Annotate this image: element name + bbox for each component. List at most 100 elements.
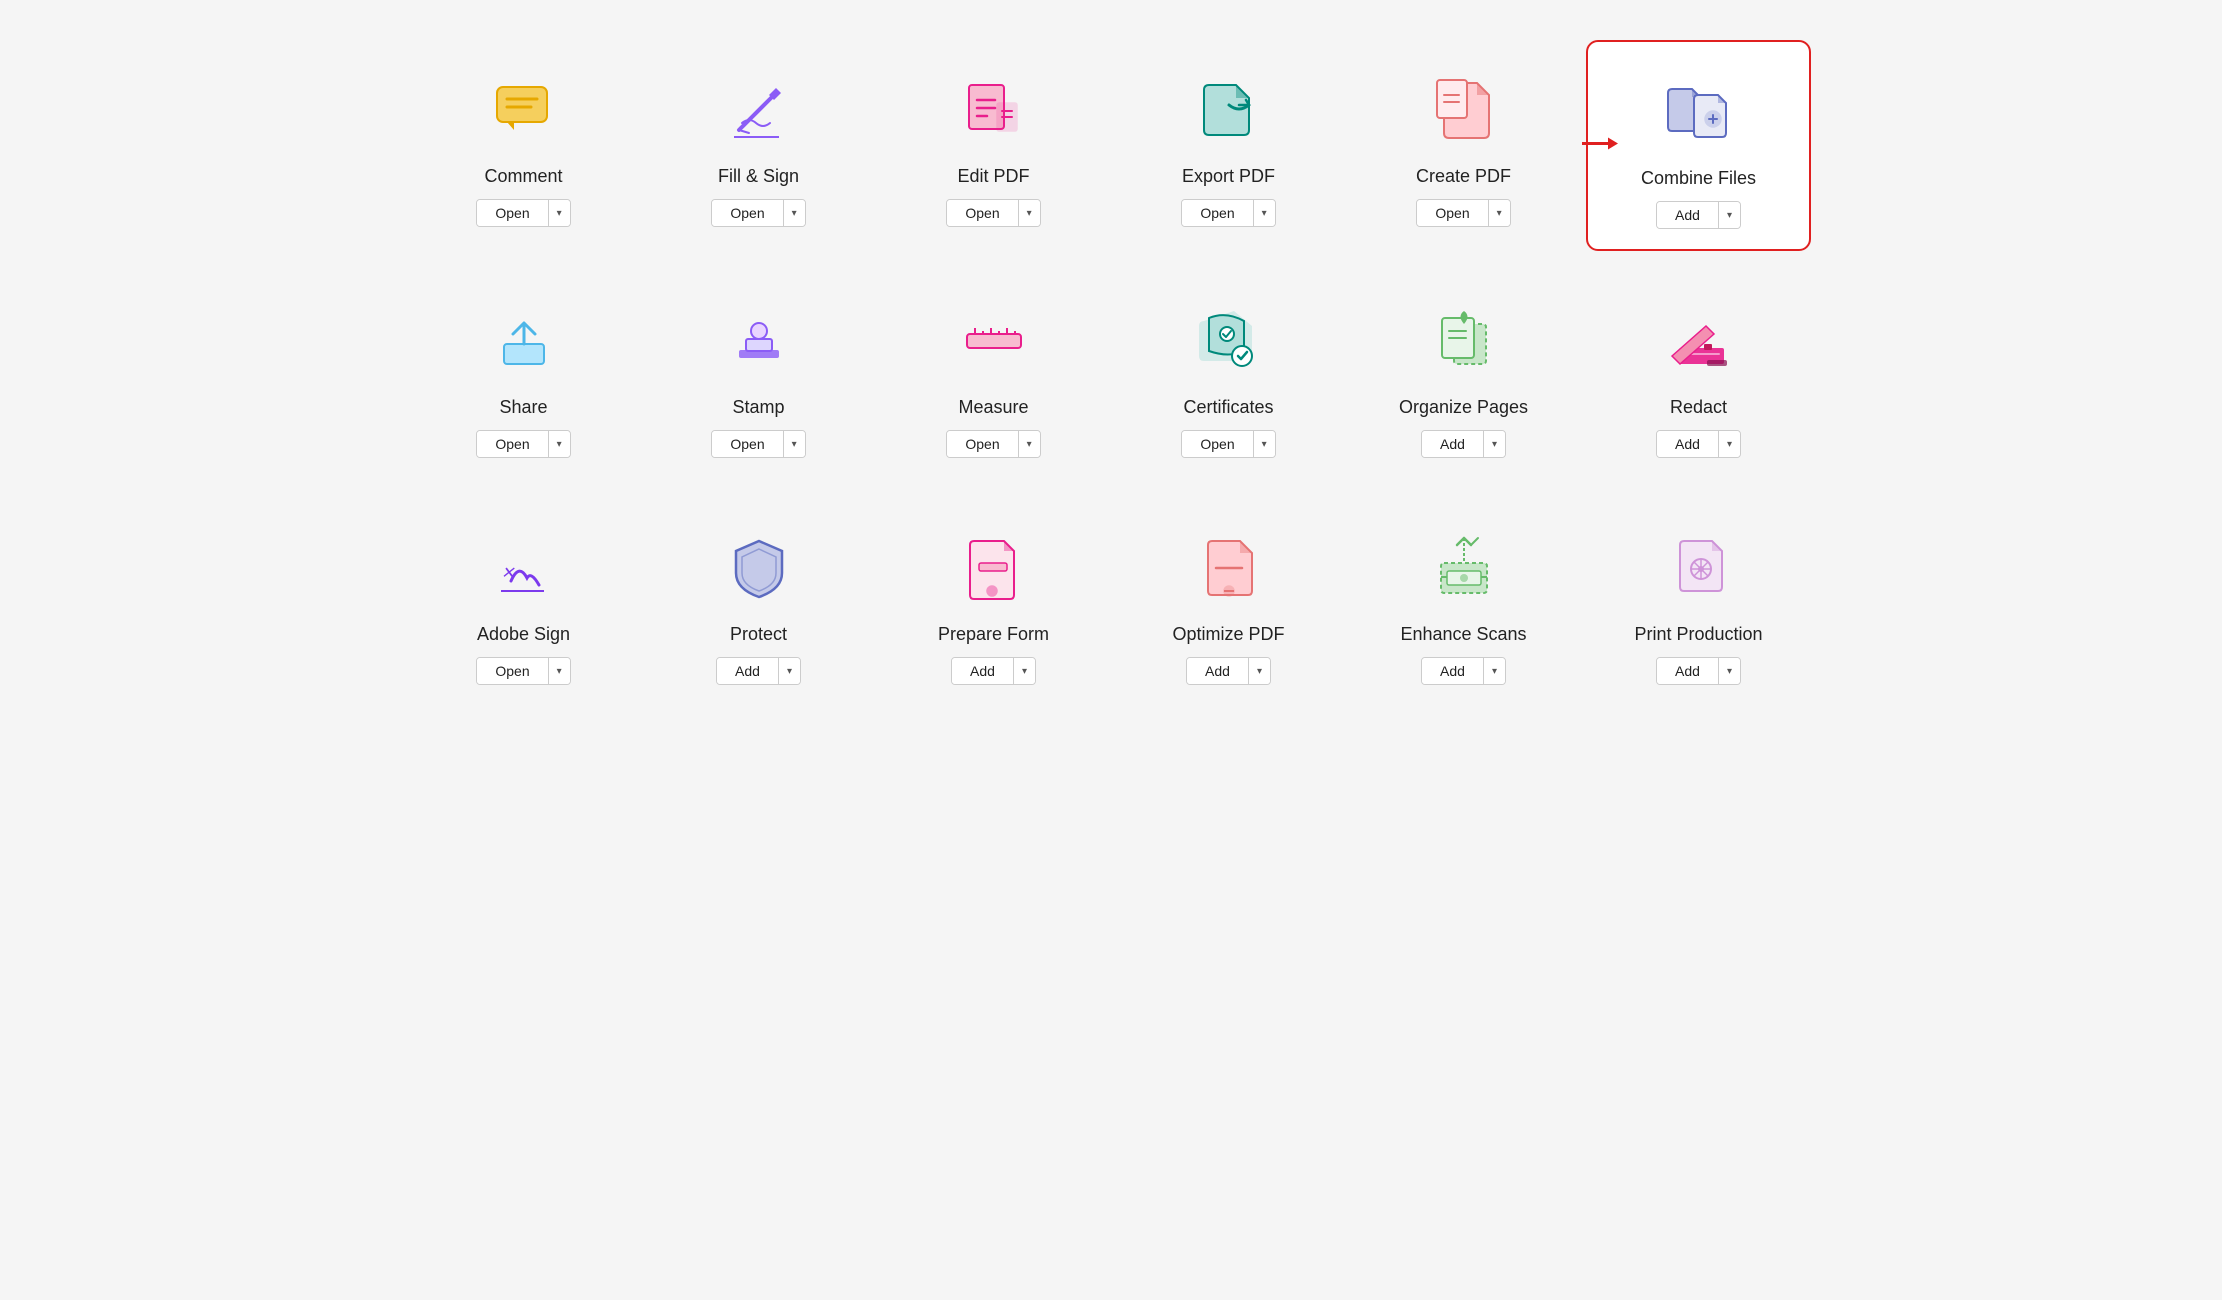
tool-card-combine-files: Combine Files Add▾ [1586, 40, 1811, 251]
edit-pdf-btn-group: Open▾ [946, 199, 1040, 227]
combine-files-dropdown-button[interactable]: ▾ [1718, 202, 1740, 228]
combine-files-label: Combine Files [1641, 168, 1756, 189]
protect-main-button[interactable]: Add [717, 658, 778, 684]
stamp-dropdown-button[interactable]: ▾ [783, 431, 805, 457]
create-pdf-label: Create PDF [1416, 166, 1511, 187]
optimize-pdf-main-button[interactable]: Add [1187, 658, 1248, 684]
certificates-btn-group: Open▾ [1181, 430, 1275, 458]
share-main-button[interactable]: Open [477, 431, 547, 457]
measure-main-button[interactable]: Open [947, 431, 1017, 457]
tool-card-create-pdf: Create PDF Open▾ [1351, 40, 1576, 251]
fill-sign-main-button[interactable]: Open [712, 200, 782, 226]
export-pdf-label: Export PDF [1182, 166, 1275, 187]
create-pdf-dropdown-button[interactable]: ▾ [1488, 200, 1510, 226]
tool-card-export-pdf: Export PDF Open▾ [1116, 40, 1341, 251]
combine-files-btn-group: Add▾ [1656, 201, 1741, 229]
organize-pages-main-button[interactable]: Add [1422, 431, 1483, 457]
organize-pages-dropdown-button[interactable]: ▾ [1483, 431, 1505, 457]
tool-card-enhance-scans: Enhance Scans Add▾ [1351, 498, 1576, 705]
create-pdf-icon [1424, 70, 1504, 150]
measure-btn-group: Open▾ [946, 430, 1040, 458]
tool-card-stamp: Stamp Open▾ [646, 271, 871, 478]
tool-card-print-production: Print Production Add▾ [1586, 498, 1811, 705]
comment-btn-group: Open▾ [476, 199, 570, 227]
tool-card-optimize-pdf: Optimize PDFAdd▾ [1116, 498, 1341, 705]
create-pdf-main-button[interactable]: Open [1417, 200, 1487, 226]
measure-dropdown-button[interactable]: ▾ [1018, 431, 1040, 457]
fill-sign-btn-group: Open▾ [711, 199, 805, 227]
enhance-scans-label: Enhance Scans [1400, 624, 1526, 645]
enhance-scans-btn-group: Add▾ [1421, 657, 1506, 685]
edit-pdf-dropdown-button[interactable]: ▾ [1018, 200, 1040, 226]
redact-btn-group: Add▾ [1656, 430, 1741, 458]
adobe-sign-dropdown-button[interactable]: ▾ [548, 658, 570, 684]
stamp-icon [719, 301, 799, 381]
protect-label: Protect [730, 624, 787, 645]
redact-icon [1659, 301, 1739, 381]
export-pdf-main-button[interactable]: Open [1182, 200, 1252, 226]
redact-label: Redact [1670, 397, 1727, 418]
edit-pdf-label: Edit PDF [957, 166, 1029, 187]
tool-card-redact: Redact Add▾ [1586, 271, 1811, 478]
tool-card-organize-pages: Organize Pages Add▾ [1351, 271, 1576, 478]
combine-files-main-button[interactable]: Add [1657, 202, 1718, 228]
comment-dropdown-button[interactable]: ▾ [548, 200, 570, 226]
share-dropdown-button[interactable]: ▾ [548, 431, 570, 457]
certificates-main-button[interactable]: Open [1182, 431, 1252, 457]
certificates-label: Certificates [1183, 397, 1273, 418]
comment-icon [484, 70, 564, 150]
comment-label: Comment [484, 166, 562, 187]
tool-card-measure: Measure Open▾ [881, 271, 1106, 478]
fill-sign-icon [719, 70, 799, 150]
optimize-pdf-btn-group: Add▾ [1186, 657, 1271, 685]
edit-pdf-main-button[interactable]: Open [947, 200, 1017, 226]
tool-card-fill-sign: Fill & SignOpen▾ [646, 40, 871, 251]
print-production-main-button[interactable]: Add [1657, 658, 1718, 684]
comment-main-button[interactable]: Open [477, 200, 547, 226]
tool-card-share: Share Open▾ [411, 271, 636, 478]
prepare-form-dropdown-button[interactable]: ▾ [1013, 658, 1035, 684]
export-pdf-icon [1189, 70, 1269, 150]
adobe-sign-label: Adobe Sign [477, 624, 570, 645]
protect-dropdown-button[interactable]: ▾ [778, 658, 800, 684]
enhance-scans-main-button[interactable]: Add [1422, 658, 1483, 684]
tools-grid: CommentOpen▾ Fill & SignOpen▾ Edit PDFOp… [411, 40, 1811, 705]
prepare-form-main-button[interactable]: Add [952, 658, 1013, 684]
tool-card-certificates: Certificates Open▾ [1116, 271, 1341, 478]
export-pdf-dropdown-button[interactable]: ▾ [1253, 200, 1275, 226]
enhance-scans-dropdown-button[interactable]: ▾ [1483, 658, 1505, 684]
export-pdf-btn-group: Open▾ [1181, 199, 1275, 227]
share-label: Share [499, 397, 547, 418]
adobe-sign-main-button[interactable]: Open [477, 658, 547, 684]
certificates-dropdown-button[interactable]: ▾ [1253, 431, 1275, 457]
prepare-form-btn-group: Add▾ [951, 657, 1036, 685]
organize-pages-label: Organize Pages [1399, 397, 1528, 418]
prepare-form-icon [954, 528, 1034, 608]
print-production-label: Print Production [1634, 624, 1762, 645]
fill-sign-dropdown-button[interactable]: ▾ [783, 200, 805, 226]
tool-card-comment: Comment Open▾ [411, 40, 636, 251]
print-production-icon [1659, 528, 1739, 608]
redact-dropdown-button[interactable]: ▾ [1718, 431, 1740, 457]
stamp-label: Stamp [732, 397, 784, 418]
print-production-dropdown-button[interactable]: ▾ [1718, 658, 1740, 684]
measure-icon [954, 301, 1034, 381]
redact-main-button[interactable]: Add [1657, 431, 1718, 457]
organize-pages-icon [1424, 301, 1504, 381]
stamp-main-button[interactable]: Open [712, 431, 782, 457]
tool-card-edit-pdf: Edit PDF Open▾ [881, 40, 1106, 251]
optimize-pdf-icon [1189, 528, 1269, 608]
prepare-form-label: Prepare Form [938, 624, 1049, 645]
adobe-sign-icon: ✕ [484, 528, 564, 608]
arrow-indicator [1580, 131, 1618, 160]
certificates-icon [1189, 301, 1269, 381]
measure-label: Measure [958, 397, 1028, 418]
protect-icon [719, 528, 799, 608]
organize-pages-btn-group: Add▾ [1421, 430, 1506, 458]
tool-card-prepare-form: Prepare Form Add▾ [881, 498, 1106, 705]
stamp-btn-group: Open▾ [711, 430, 805, 458]
adobe-sign-btn-group: Open▾ [476, 657, 570, 685]
print-production-btn-group: Add▾ [1656, 657, 1741, 685]
optimize-pdf-dropdown-button[interactable]: ▾ [1248, 658, 1270, 684]
tool-card-protect: Protect Add▾ [646, 498, 871, 705]
